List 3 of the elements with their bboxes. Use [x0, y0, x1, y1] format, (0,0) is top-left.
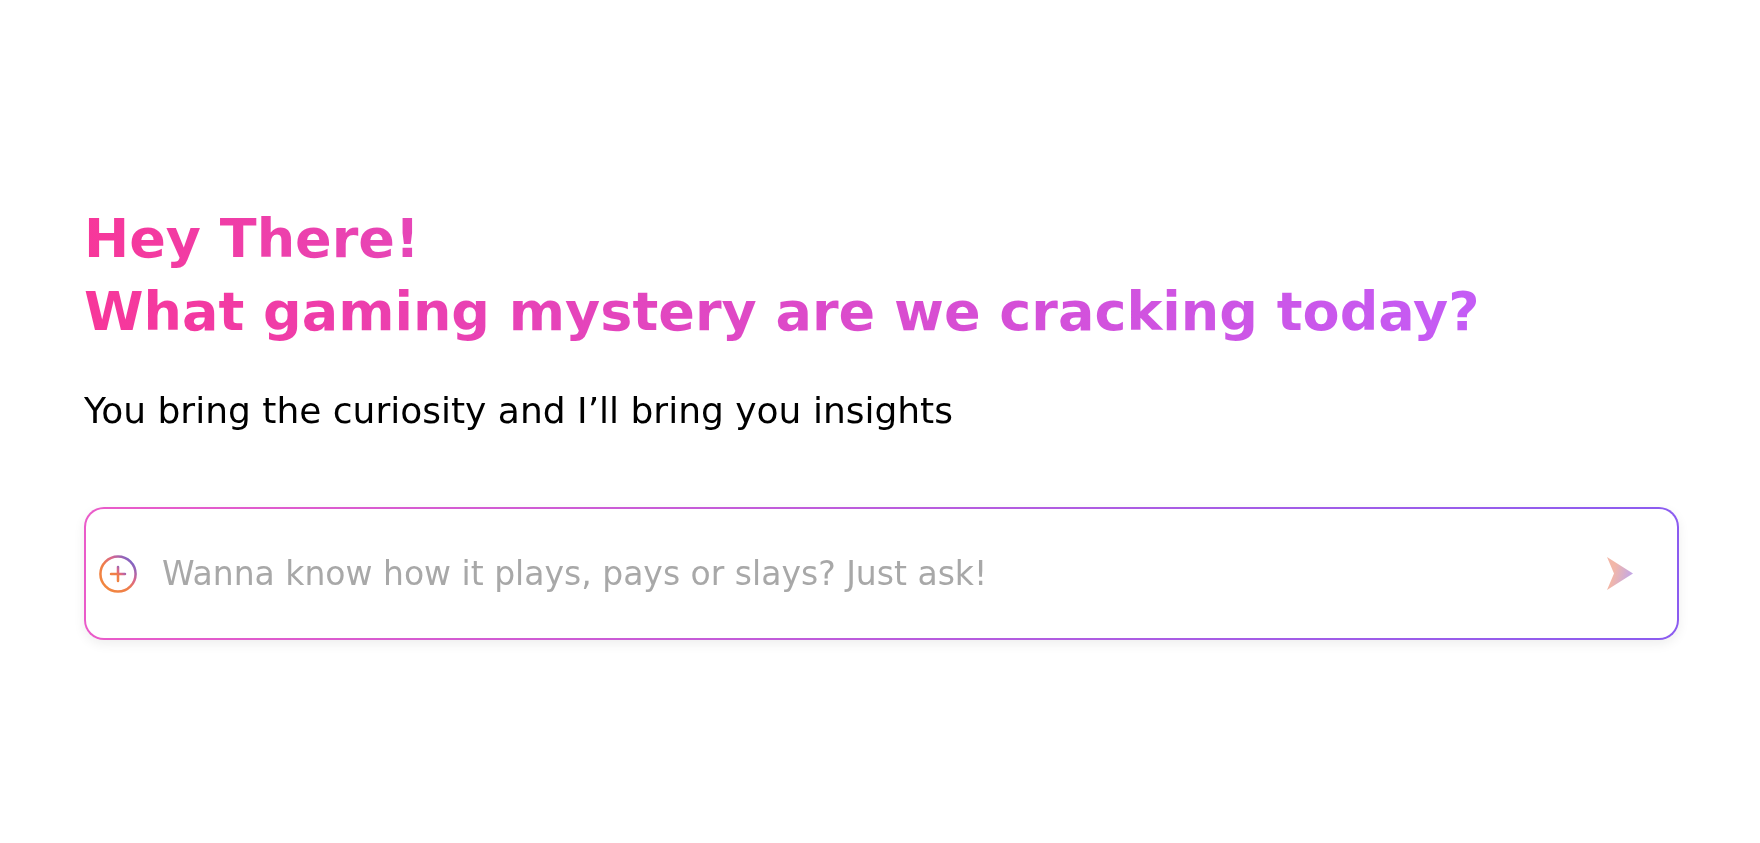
plus-circle-icon[interactable]: [99, 554, 137, 593]
message-input[interactable]: Wanna know how it plays, pays or slays? Just ask!: [162, 551, 1591, 596]
subtitle-text: You bring the curiosity and I’ll bring you insights: [84, 389, 953, 433]
